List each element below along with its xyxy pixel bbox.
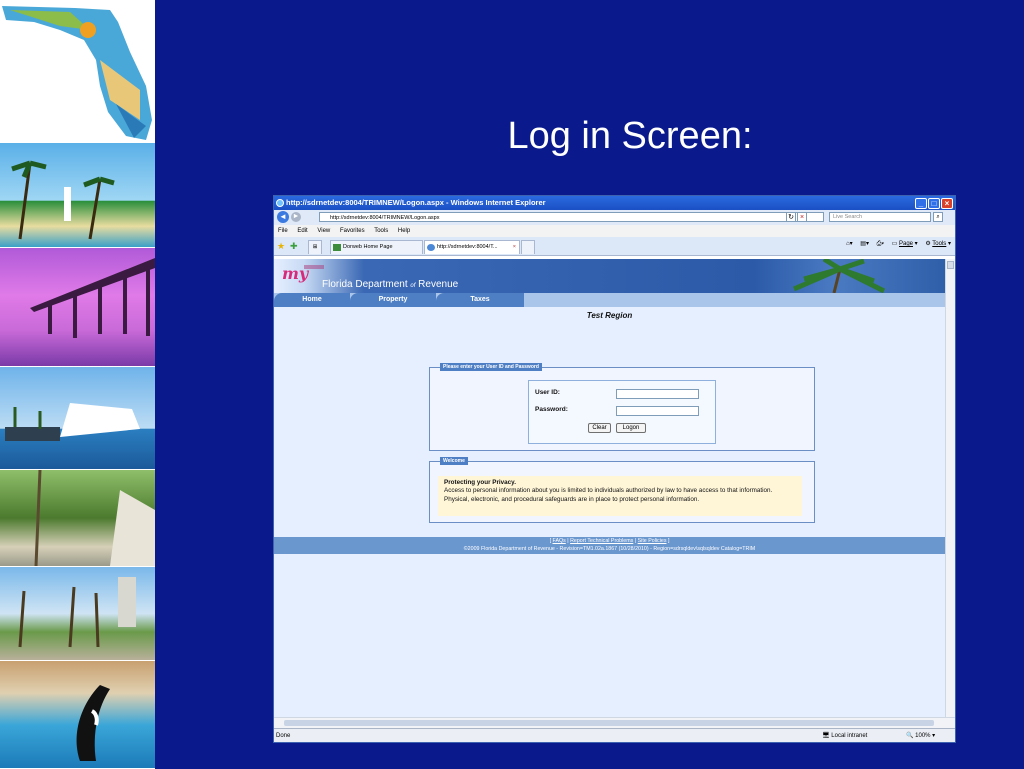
tools-menu[interactable]: ⚙ Tools ▾ [925,241,951,247]
site-banner: my Florida Department of Revenue [274,259,945,293]
welcome-fieldset: Welcome Protecting your Privacy. Access … [429,457,815,523]
ie-logo-icon [276,199,284,207]
slide-title: Log in Screen: [507,115,753,157]
home-icon[interactable]: ⌂▾ [846,241,853,247]
menu-file[interactable]: File [278,228,288,234]
login-fieldset: Please enter your User ID and Password U… [429,363,815,451]
scroll-thumb[interactable] [947,261,954,269]
agency-name: Florida Department of Revenue [322,279,459,290]
menu-tools[interactable]: Tools [374,228,388,234]
forward-button[interactable]: ► [291,212,301,222]
password-input[interactable] [616,406,699,416]
clear-button[interactable]: Clear [588,423,611,433]
minimize-button[interactable]: _ [915,198,927,209]
menu-bar: File Edit View Favorites Tools Help [274,225,955,237]
site-footer: [ FAQs | Report Technical Problems | Sit… [274,537,945,554]
address-field[interactable]: http://sdrnetdev:8004/TRIMNEW/Logon.aspx [319,212,824,222]
nav-taxes[interactable]: Taxes [436,293,524,307]
command-bar: ⌂▾ ▤▾ ⎙▾ ▭ Page ▾ ⚙ Tools ▾ [840,240,951,248]
tab-row: ★ ✚ ⊞ Dorweb Home Page http://sdrnetdev:… [274,237,955,256]
region-title: Test Region [586,311,633,320]
back-button[interactable]: ◄ [277,211,289,223]
refresh-icon[interactable]: ↻ [786,212,796,222]
restore-button[interactable]: □ [928,198,940,209]
window-title-bar: http://sdrnetdev:8004/TRIMNEW/Logon.aspx… [274,196,955,210]
status-bar: Done 🖥 Local intranet 🔍 100% ▾ [274,728,955,742]
favorites-star-icon[interactable]: ★ [277,241,285,252]
tab-label: http://sdrnetdev:8004/T... [437,244,498,250]
stop-icon[interactable]: × [797,212,807,222]
vertical-scrollbar[interactable] [945,259,955,717]
menu-help[interactable]: Help [398,228,410,234]
page-icon [333,244,341,251]
window-title: http://sdrnetdev:8004/TRIMNEW/Logon.aspx… [286,198,546,207]
site-nav: Home Property Taxes [274,293,945,307]
print-icon[interactable]: ⎙▾ [877,241,884,247]
quick-tabs-button[interactable]: ⊞ [308,240,322,254]
privacy-text: Access to personal information about you… [444,487,773,503]
menu-favorites[interactable]: Favorites [340,228,365,234]
status-text: Done [276,733,291,739]
pier-sunset-image [0,248,155,367]
site-policies-link[interactable]: Site Policies [638,538,667,544]
menu-view[interactable]: View [317,228,330,234]
user-id-input[interactable] [616,389,699,399]
address-bar-row: ◄ ► http://sdrnetdev:8004/TRIMNEW/Logon.… [274,210,955,225]
new-tab-button[interactable] [521,240,535,254]
nav-property[interactable]: Property [350,293,436,307]
florida-map-collage-image [0,0,155,143]
user-id-label: User ID: [535,389,560,396]
security-zone: 🖥 Local intranet [822,733,868,739]
search-field[interactable]: Live Search [829,212,931,222]
copyright-text: ©2009 Florida Department of Revenue - Re… [463,546,756,552]
close-button[interactable]: × [941,198,953,209]
city-palms-image [0,567,155,661]
horizontal-scrollbar[interactable] [274,717,955,728]
orca-jump-image [0,661,155,769]
footer-links: [ FAQs | Report Technical Problems | Sit… [549,538,670,544]
browser-window: http://sdrnetdev:8004/TRIMNEW/Logon.aspx… [273,195,956,743]
logon-button[interactable]: Logon [616,423,646,433]
login-panel: User ID: Password: Clear Logon [528,380,716,444]
privacy-heading: Protecting your Privacy [444,479,515,486]
nav-home[interactable]: Home [274,293,350,307]
privacy-notice: Protecting your Privacy. Access to perso… [438,476,802,516]
tab-label: Dorweb Home Page [343,244,393,250]
cruise-ship-image [0,367,155,470]
web-page: my Florida Department of Revenue Home Pr… [274,259,945,717]
tab-logon-page[interactable]: http://sdrnetdev:8004/T... × [424,240,520,254]
page-menu[interactable]: ▭ Page ▾ [892,241,918,247]
welcome-legend: Welcome [440,457,468,465]
logo-url-strip [304,265,324,269]
login-legend: Please enter your User ID and Password [440,363,542,371]
palm-walkway-image [0,470,155,567]
menu-edit[interactable]: Edit [297,228,307,234]
tab-dorweb-home[interactable]: Dorweb Home Page [330,240,423,254]
add-favorites-icon[interactable]: ✚ [290,241,298,252]
palm-tree-image [793,259,886,293]
feeds-icon[interactable]: ▤▾ [860,241,869,247]
close-tab-icon[interactable]: × [513,241,516,254]
faqs-link[interactable]: FAQs [553,538,566,544]
password-label: Password: [535,406,568,413]
ie-page-icon [427,244,435,251]
photo-strip [0,0,155,769]
zoom-level[interactable]: 🔍 100% ▾ [906,729,935,742]
search-icon[interactable]: ⌕ [933,212,943,222]
horizontal-scroll-thumb[interactable] [284,720,934,726]
lighthouse-beach-image [0,143,155,248]
report-problems-link[interactable]: Report Technical Problems [570,538,633,544]
